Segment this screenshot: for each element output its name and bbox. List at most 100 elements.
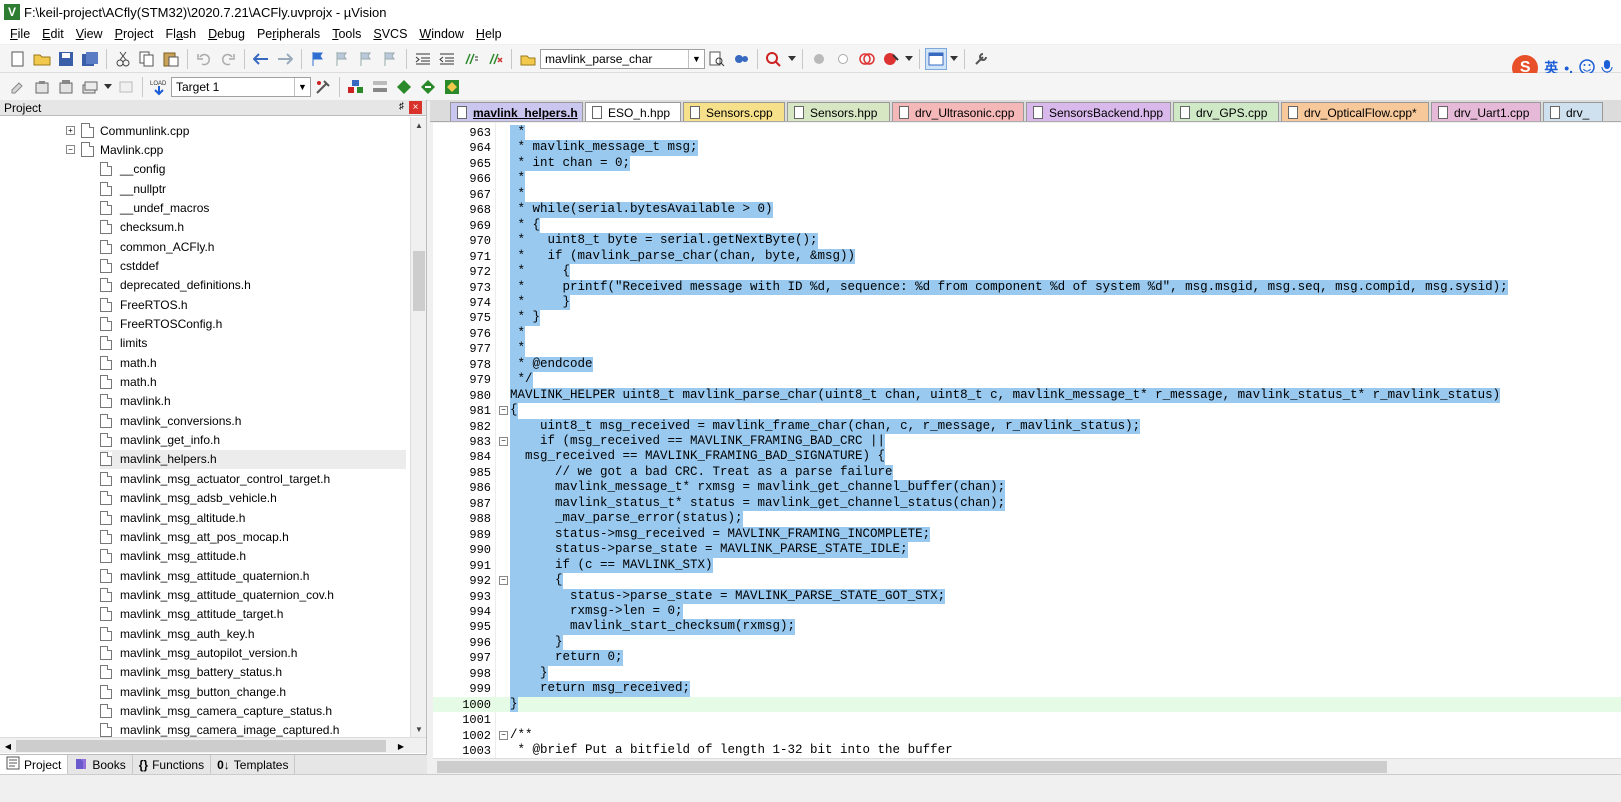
- menu-item[interactable]: File: [4, 27, 36, 41]
- translate-icon[interactable]: [7, 76, 29, 98]
- menu-item[interactable]: Flash: [160, 27, 203, 41]
- code-line[interactable]: 964 * mavlink_message_t msg;: [433, 140, 1621, 156]
- panel-tab[interactable]: 0↓ Templates: [211, 755, 296, 774]
- chevron-down-icon[interactable]: [949, 48, 959, 70]
- bookmark-icon[interactable]: [307, 48, 329, 70]
- fold-collapse-icon[interactable]: −: [499, 437, 508, 446]
- code-line[interactable]: 992− {: [433, 573, 1621, 589]
- code-line[interactable]: 963 *: [433, 125, 1621, 141]
- target-options-icon[interactable]: [312, 76, 334, 98]
- stop-build-icon[interactable]: [115, 76, 137, 98]
- code-line[interactable]: 993 status->parse_state = MAVLINK_PARSE_…: [433, 588, 1621, 604]
- code-line[interactable]: 981−{: [433, 403, 1621, 419]
- insert-breakpoint-icon[interactable]: [808, 48, 830, 70]
- code-line[interactable]: 965 * int chan = 0;: [433, 155, 1621, 172]
- panel-tab[interactable]: Books: [68, 755, 133, 774]
- code-editor[interactable]: 963 * 964 * mavlink_message_t msg; 965 * i…: [433, 123, 1621, 758]
- save-icon[interactable]: [55, 48, 77, 70]
- tree-item[interactable]: deprecated_definitions.h: [100, 276, 406, 295]
- rebuild-icon[interactable]: [55, 76, 77, 98]
- chevron-down-icon[interactable]: ▼: [688, 49, 704, 68]
- fold-collapse-icon[interactable]: −: [499, 406, 508, 416]
- target-combo[interactable]: Target 1 ▼: [171, 76, 311, 97]
- fold-collapse-icon[interactable]: −: [499, 576, 508, 586]
- run-time-environment-icon[interactable]: [441, 76, 463, 98]
- code-line[interactable]: 971 * if (mavlink_parse_char(chan, byte,…: [433, 248, 1621, 265]
- find-icon[interactable]: [706, 48, 728, 70]
- code-line[interactable]: 990 status->parse_state = MAVLINK_PARSE_…: [433, 542, 1621, 558]
- tree-item[interactable]: mavlink_get_info.h: [100, 431, 406, 450]
- editor-tab[interactable]: ESO_h.hpp: [585, 102, 681, 121]
- tree-item[interactable]: math.h: [100, 373, 406, 392]
- manage-project-items-icon[interactable]: [345, 76, 367, 98]
- tree-item[interactable]: mavlink_conversions.h: [100, 411, 406, 430]
- tree-item[interactable]: __undef_macros: [100, 198, 406, 217]
- scroll-down-icon[interactable]: ▼: [411, 721, 427, 737]
- code-line[interactable]: 966 *: [433, 171, 1621, 187]
- code-line[interactable]: 995 mavlink_start_checksum(rxmsg);: [433, 619, 1621, 635]
- editor-tab[interactable]: SensorsBackend.hpp: [1026, 102, 1171, 121]
- code-line[interactable]: 994 rxmsg->len = 0;: [433, 603, 1621, 620]
- tree-item[interactable]: FreeRTOSConfig.h: [100, 315, 406, 334]
- collapse-icon[interactable]: −: [66, 145, 75, 155]
- code-line[interactable]: 976 *: [433, 325, 1621, 342]
- code-line[interactable]: 989 status->msg_received = MAVLINK_FRAMI…: [433, 526, 1621, 543]
- tree-item[interactable]: mavlink_msg_att_pos_mocap.h: [100, 527, 406, 546]
- comment-icon[interactable]: [460, 48, 482, 70]
- tree-item[interactable]: FreeRTOS.h: [100, 295, 406, 314]
- uncomment-icon[interactable]: [484, 48, 506, 70]
- menu-item[interactable]: Window: [413, 27, 469, 41]
- pin-icon[interactable]: ♯: [399, 101, 404, 112]
- code-line[interactable]: 975 * }: [433, 310, 1621, 326]
- enable-breakpoint-icon[interactable]: [832, 48, 854, 70]
- tree-item[interactable]: mavlink_msg_attitude_target.h: [100, 605, 406, 624]
- code-line[interactable]: 974 * }: [433, 294, 1621, 311]
- tree-horizontal-scrollbar[interactable]: ◀ ▶: [0, 737, 426, 753]
- code-line[interactable]: 980 MAVLINK_HELPER uint8_t mavlink_parse_…: [433, 387, 1621, 404]
- tree-item[interactable]: mavlink_msg_adsb_vehicle.h: [100, 489, 406, 508]
- tree-item[interactable]: mavlink_msg_auth_key.h: [100, 624, 406, 643]
- tree-item[interactable]: + Communlink.cpp: [66, 121, 406, 140]
- editor-tab[interactable]: drv_Uart1.cpp: [1431, 102, 1541, 121]
- tree-vertical-scrollbar[interactable]: ▲ ▼: [410, 117, 426, 737]
- debug-session-icon[interactable]: [763, 48, 785, 70]
- code-line[interactable]: 970 * uint8_t byte = serial.getNextByte(…: [433, 233, 1621, 249]
- scrollbar-thumb[interactable]: [16, 740, 386, 752]
- scroll-right-icon[interactable]: ▶: [393, 738, 409, 754]
- code-line[interactable]: 1002−/**: [433, 728, 1621, 744]
- code-line[interactable]: 999 return msg_received;: [433, 681, 1621, 697]
- code-line[interactable]: 977 *: [433, 341, 1621, 357]
- kill-all-breakpoints-icon[interactable]: [880, 48, 902, 70]
- editor-tab[interactable]: Sensors.hpp: [787, 102, 890, 121]
- code-line[interactable]: 968 * while(serial.bytesAvailable > 0): [433, 202, 1621, 218]
- code-line[interactable]: 972 * {: [433, 264, 1621, 280]
- navigate-back-icon[interactable]: [250, 48, 272, 70]
- tree-item[interactable]: mavlink_msg_autopilot_version.h: [100, 643, 406, 662]
- tree-item[interactable]: mavlink_msg_altitude.h: [100, 508, 406, 527]
- find-in-files-icon[interactable]: [517, 48, 539, 70]
- code-line[interactable]: 987 mavlink_status_t* status = mavlink_g…: [433, 495, 1621, 512]
- paste-icon[interactable]: [160, 48, 182, 70]
- select-packs-icon[interactable]: [393, 76, 415, 98]
- navigate-forward-icon[interactable]: [274, 48, 296, 70]
- tree-item[interactable]: math.h: [100, 353, 406, 372]
- copy-icon[interactable]: [136, 48, 158, 70]
- new-file-icon[interactable]: [7, 48, 29, 70]
- tree-item[interactable]: mavlink_msg_battery_status.h: [100, 663, 406, 682]
- editor-tab[interactable]: drv_: [1543, 102, 1603, 121]
- tree-item[interactable]: − Mavlink.cpp: [66, 140, 406, 159]
- clear-bookmarks-icon[interactable]: [379, 48, 401, 70]
- pack-installer-icon[interactable]: [417, 76, 439, 98]
- build-icon[interactable]: [31, 76, 53, 98]
- code-line[interactable]: 973 * printf("Received message with ID %…: [433, 279, 1621, 295]
- code-line[interactable]: 978 * @endcode: [433, 356, 1621, 373]
- menu-item[interactable]: Project: [109, 27, 160, 41]
- editor-tab[interactable]: drv_Ultrasonic.cpp: [892, 102, 1024, 121]
- file-extensions-icon[interactable]: [369, 76, 391, 98]
- editor-tab[interactable]: Sensors.cpp: [683, 102, 785, 121]
- configure-icon[interactable]: [970, 48, 992, 70]
- code-line[interactable]: 998 }: [433, 665, 1621, 682]
- save-all-icon[interactable]: [79, 48, 101, 70]
- open-folder-icon[interactable]: [31, 48, 53, 70]
- tree-item[interactable]: mavlink.h: [100, 392, 406, 411]
